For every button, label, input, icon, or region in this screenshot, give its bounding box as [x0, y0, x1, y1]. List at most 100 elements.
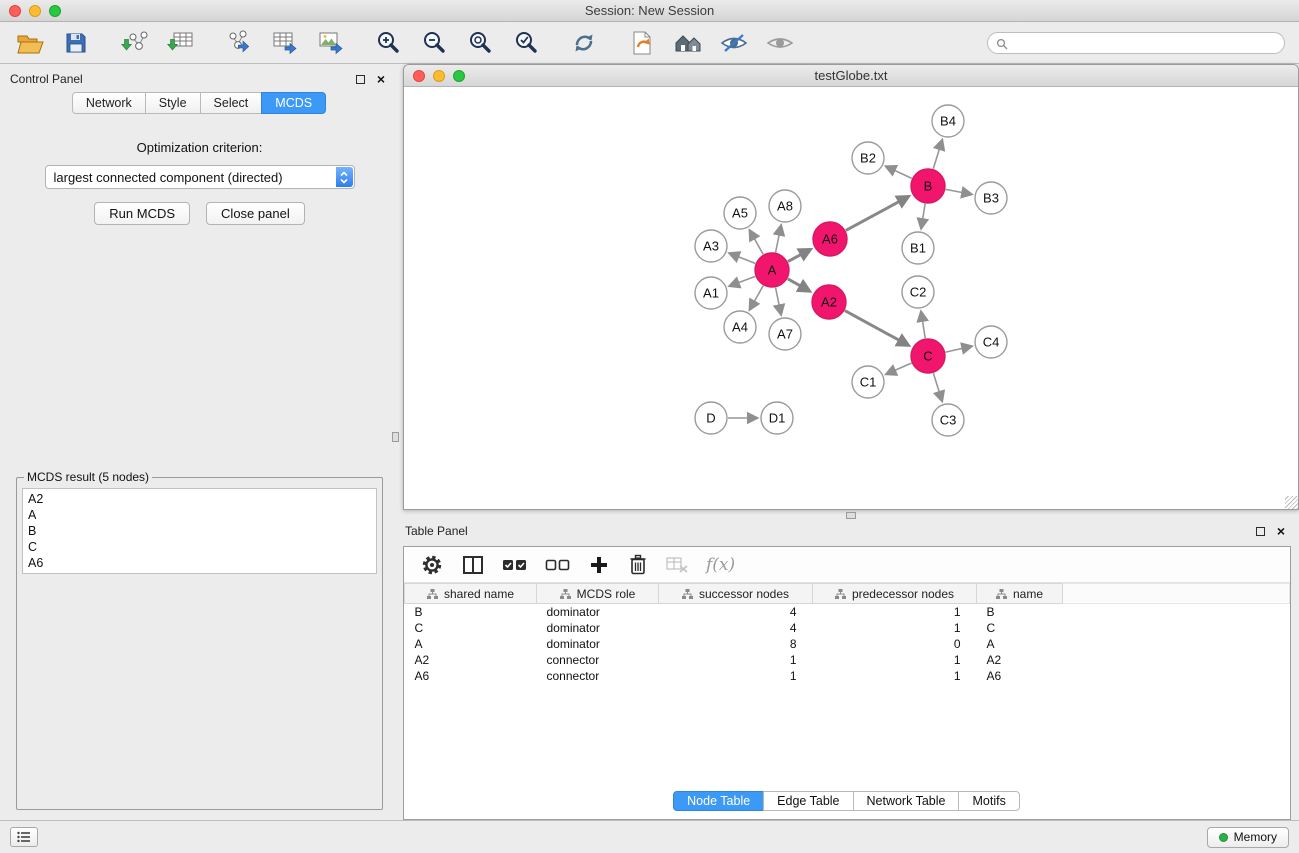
network-node-A1[interactable]: A1	[695, 277, 727, 309]
tab-edge-table[interactable]: Edge Table	[763, 791, 853, 811]
split-pane-horizontal-divider[interactable]	[403, 510, 1299, 522]
refresh-view-button[interactable]	[568, 27, 600, 59]
network-node-A2[interactable]: A2	[812, 285, 846, 319]
network-edge-A-A5[interactable]	[750, 230, 763, 254]
tab-motifs[interactable]: Motifs	[958, 791, 1019, 811]
split-pane-horizontal-handle[interactable]	[846, 512, 856, 519]
column-header-name[interactable]: name	[977, 584, 1063, 604]
network-edge-A-A2[interactable]	[788, 279, 810, 291]
network-minimize-button[interactable]	[433, 70, 445, 82]
mcds-result-list[interactable]: A2ABCA6	[22, 488, 377, 574]
show-graphics-details-button[interactable]	[764, 27, 796, 59]
export-table-button[interactable]	[268, 27, 300, 59]
split-pane-vertical-handle[interactable]	[392, 432, 399, 442]
minimize-window-button[interactable]	[29, 5, 41, 17]
table-cell[interactable]: A	[977, 636, 1063, 652]
network-node-A7[interactable]: A7	[769, 318, 801, 350]
table-cell[interactable]	[1063, 668, 1290, 684]
import-network-button[interactable]	[118, 27, 150, 59]
network-edge-B-B4[interactable]	[933, 140, 942, 169]
table-cell[interactable]: B	[405, 604, 537, 621]
close-panel-button[interactable]: Close panel	[206, 202, 305, 225]
open-session-button[interactable]	[14, 27, 46, 59]
table-cell[interactable]: 1	[813, 652, 977, 668]
table-cell[interactable]: A	[405, 636, 537, 652]
zoom-window-button[interactable]	[49, 5, 61, 17]
network-edge-B-B3[interactable]	[946, 189, 972, 194]
tab-node-table[interactable]: Node Table	[673, 791, 764, 811]
network-edge-C-C2[interactable]	[921, 312, 925, 338]
tab-network-table[interactable]: Network Table	[853, 791, 960, 811]
deselect-all-button[interactable]	[545, 556, 571, 574]
table-cell[interactable]: connector	[537, 652, 659, 668]
task-history-button[interactable]	[10, 827, 38, 847]
network-node-A3[interactable]: A3	[695, 230, 727, 262]
network-close-button[interactable]	[413, 70, 425, 82]
network-edge-C-C1[interactable]	[886, 363, 911, 374]
network-node-B4[interactable]: B4	[932, 105, 964, 137]
network-node-B[interactable]: B	[911, 169, 945, 203]
mcds-result-item[interactable]: C	[28, 539, 371, 555]
network-node-A8[interactable]: A8	[769, 190, 801, 222]
network-report-button[interactable]	[626, 27, 658, 59]
table-cell[interactable]: A2	[405, 652, 537, 668]
table-cell[interactable]: 0	[813, 636, 977, 652]
network-edge-C-C4[interactable]	[946, 346, 972, 352]
network-node-B1[interactable]: B1	[902, 232, 934, 264]
add-row-button[interactable]	[588, 556, 610, 574]
float-table-panel-icon[interactable]	[1256, 527, 1265, 536]
select-all-button[interactable]	[502, 556, 528, 574]
tab-select[interactable]: Select	[200, 92, 263, 114]
delete-table-button[interactable]	[666, 556, 689, 574]
zoom-in-button[interactable]	[372, 27, 404, 59]
close-table-panel-icon[interactable]: ×	[1277, 526, 1285, 536]
hide-graphics-details-button[interactable]	[718, 27, 750, 59]
mcds-result-item[interactable]: A6	[28, 555, 371, 571]
table-cell[interactable]	[1063, 604, 1290, 621]
table-cell[interactable]: B	[977, 604, 1063, 621]
zoom-fit-button[interactable]	[464, 27, 496, 59]
close-panel-icon[interactable]: ×	[377, 74, 385, 84]
table-cell[interactable]: 4	[659, 620, 813, 636]
column-header-predecessor-nodes[interactable]: predecessor nodes	[813, 584, 977, 604]
optimization-criterion-dropdown[interactable]: largest connected component (directed)	[45, 165, 355, 189]
table-cell[interactable]: dominator	[537, 620, 659, 636]
delete-row-button[interactable]	[627, 554, 649, 575]
table-cell[interactable]: dominator	[537, 636, 659, 652]
save-session-button[interactable]	[60, 27, 92, 59]
table-cell[interactable]	[1063, 652, 1290, 668]
table-row-B[interactable]: Bdominator41B	[405, 604, 1290, 621]
table-cell[interactable]: C	[977, 620, 1063, 636]
table-cell[interactable]: 1	[813, 620, 977, 636]
table-cell[interactable]: 4	[659, 604, 813, 621]
home-view-button[interactable]	[672, 27, 704, 59]
network-edge-A2-C[interactable]	[845, 311, 909, 346]
export-network-button[interactable]	[222, 27, 254, 59]
resize-grip[interactable]	[1285, 496, 1298, 509]
memory-button[interactable]: Memory	[1207, 827, 1289, 848]
import-table-button[interactable]	[164, 27, 196, 59]
show-columns-button[interactable]	[461, 554, 485, 576]
network-node-A6[interactable]: A6	[813, 222, 847, 256]
column-header-MCDS-role[interactable]: MCDS role	[537, 584, 659, 604]
network-edge-C-C3[interactable]	[933, 373, 942, 401]
table-cell[interactable]: 1	[659, 668, 813, 684]
network-node-C4[interactable]: C4	[975, 326, 1007, 358]
mcds-result-item[interactable]: B	[28, 523, 371, 539]
network-edge-A-A4[interactable]	[750, 286, 763, 310]
tab-style[interactable]: Style	[145, 92, 201, 114]
network-edge-A-A7[interactable]	[776, 288, 781, 315]
network-edge-B-B1[interactable]	[921, 204, 925, 228]
network-edge-B-B2[interactable]	[886, 166, 912, 178]
table-row-C[interactable]: Cdominator41C	[405, 620, 1290, 636]
search-input[interactable]	[987, 32, 1285, 54]
network-edge-A-A6[interactable]	[788, 249, 811, 261]
column-header-successor-nodes[interactable]: successor nodes	[659, 584, 813, 604]
export-image-button[interactable]	[314, 27, 346, 59]
network-canvas[interactable]: AA1A2A3A4A5A6A7A8BB1B2B3B4CC1C2C3C4DD1	[404, 87, 1298, 509]
run-mcds-button[interactable]: Run MCDS	[94, 202, 190, 225]
network-node-D[interactable]: D	[695, 402, 727, 434]
network-node-A4[interactable]: A4	[724, 311, 756, 343]
table-cell[interactable]: 1	[813, 668, 977, 684]
table-cell[interactable]: A6	[977, 668, 1063, 684]
